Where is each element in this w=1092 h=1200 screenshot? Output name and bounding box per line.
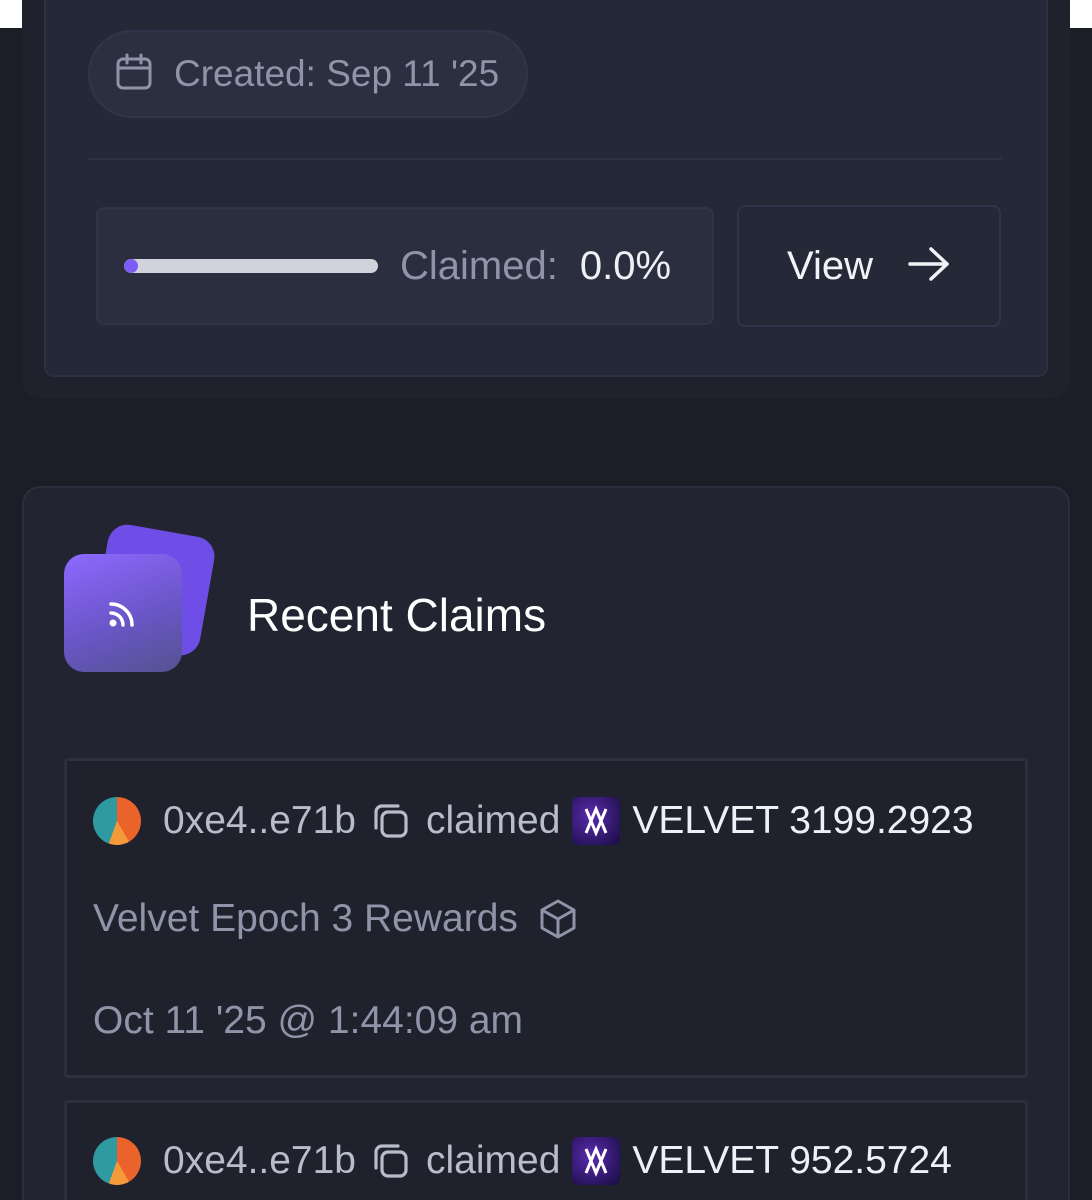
claim-progress-bar <box>124 259 378 273</box>
claim-progress-box: Claimed: 0.0% <box>96 207 714 325</box>
rss-feed-icon <box>62 521 218 675</box>
token-amount: VELVET 3199.2923 <box>632 799 974 842</box>
wallet-address[interactable]: 0xe4..e71b <box>163 1139 356 1183</box>
arrow-right-icon <box>907 244 951 289</box>
view-button[interactable]: View <box>737 205 1001 327</box>
calendar-icon <box>114 52 154 97</box>
view-button-label: View <box>787 243 873 288</box>
velvet-token-logo <box>572 797 621 845</box>
wallet-avatar <box>93 1137 141 1185</box>
divider <box>88 158 1002 160</box>
created-date-badge: Created: Sep 11 '25 <box>88 30 528 118</box>
claim-list-item: 0xe4..e71b claimed VELVET 952.5724 <box>64 1100 1028 1200</box>
claimed-label: Claimed: <box>400 243 558 288</box>
claim-action: claimed <box>426 1139 561 1182</box>
campaign-name[interactable]: Velvet Epoch 3 Rewards <box>93 897 518 941</box>
recent-claims-title: Recent Claims <box>247 589 547 641</box>
copy-icon[interactable] <box>370 1140 412 1182</box>
velvet-token-logo <box>572 1137 621 1185</box>
token-amount: VELVET 952.5724 <box>632 1139 952 1182</box>
claim-action: claimed <box>426 799 561 842</box>
wallet-address[interactable]: 0xe4..e71b <box>163 799 356 843</box>
wallet-avatar <box>93 797 141 845</box>
claimed-value: 0.0% <box>579 243 672 288</box>
created-date-label: Created: Sep 11 '25 <box>174 53 500 94</box>
cube-icon <box>538 898 578 940</box>
claim-progress-fill <box>124 259 138 273</box>
claim-list-item: 0xe4..e71b claimed VELVET 3199.2923 Velv… <box>64 758 1028 1078</box>
copy-icon[interactable] <box>370 800 412 842</box>
claim-timestamp: Oct 11 '25 @ 1:44:09 am <box>93 999 524 1042</box>
